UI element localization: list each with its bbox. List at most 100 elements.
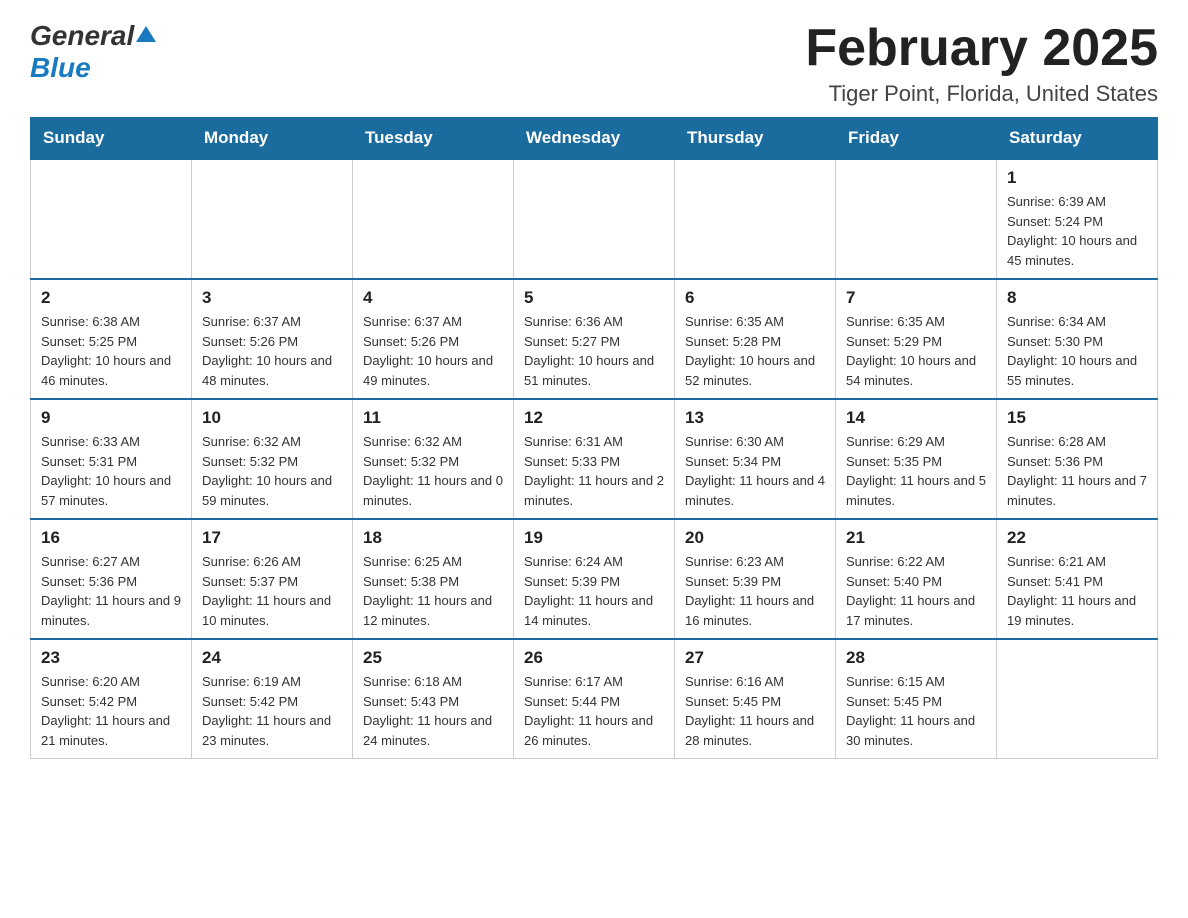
day-info: Sunrise: 6:19 AMSunset: 5:42 PMDaylight:…	[202, 672, 342, 750]
calendar-weekday-tuesday: Tuesday	[353, 118, 514, 160]
day-info: Sunrise: 6:29 AMSunset: 5:35 PMDaylight:…	[846, 432, 986, 510]
day-number: 8	[1007, 288, 1147, 308]
day-number: 7	[846, 288, 986, 308]
day-info: Sunrise: 6:39 AMSunset: 5:24 PMDaylight:…	[1007, 192, 1147, 270]
day-info: Sunrise: 6:38 AMSunset: 5:25 PMDaylight:…	[41, 312, 181, 390]
calendar-cell: 5 Sunrise: 6:36 AMSunset: 5:27 PMDaylight…	[514, 279, 675, 399]
calendar-cell: 17 Sunrise: 6:26 AMSunset: 5:37 PMDayligh…	[192, 519, 353, 639]
day-info: Sunrise: 6:34 AMSunset: 5:30 PMDaylight:…	[1007, 312, 1147, 390]
calendar-cell	[353, 159, 514, 279]
calendar-cell: 15 Sunrise: 6:28 AMSunset: 5:36 PMDayligh…	[997, 399, 1158, 519]
day-info: Sunrise: 6:24 AMSunset: 5:39 PMDaylight:…	[524, 552, 664, 630]
location-title: Tiger Point, Florida, United States	[805, 81, 1158, 107]
calendar-weekday-saturday: Saturday	[997, 118, 1158, 160]
calendar-cell: 8 Sunrise: 6:34 AMSunset: 5:30 PMDaylight…	[997, 279, 1158, 399]
calendar-cell	[836, 159, 997, 279]
day-info: Sunrise: 6:35 AMSunset: 5:28 PMDaylight:…	[685, 312, 825, 390]
day-number: 10	[202, 408, 342, 428]
day-number: 14	[846, 408, 986, 428]
calendar-cell: 7 Sunrise: 6:35 AMSunset: 5:29 PMDaylight…	[836, 279, 997, 399]
calendar-cell	[675, 159, 836, 279]
calendar-cell: 14 Sunrise: 6:29 AMSunset: 5:35 PMDayligh…	[836, 399, 997, 519]
calendar-week-row: 2 Sunrise: 6:38 AMSunset: 5:25 PMDaylight…	[31, 279, 1158, 399]
calendar-cell: 18Sunrise: 6:25 AMSunset: 5:38 PMDayligh…	[353, 519, 514, 639]
day-number: 5	[524, 288, 664, 308]
day-number: 13	[685, 408, 825, 428]
day-info: Sunrise: 6:31 AMSunset: 5:33 PMDaylight:…	[524, 432, 664, 510]
logo-triangle-icon	[136, 24, 156, 44]
day-number: 20	[685, 528, 825, 548]
day-number: 26	[524, 648, 664, 668]
calendar-cell: 10Sunrise: 6:32 AMSunset: 5:32 PMDayligh…	[192, 399, 353, 519]
calendar-cell: 27 Sunrise: 6:16 AMSunset: 5:45 PMDayligh…	[675, 639, 836, 759]
day-number: 11	[363, 408, 503, 428]
calendar-cell: 28 Sunrise: 6:15 AMSunset: 5:45 PMDayligh…	[836, 639, 997, 759]
day-number: 22	[1007, 528, 1147, 548]
page-header: General Blue February 2025 Tiger Point, …	[30, 20, 1158, 107]
logo-blue-text: Blue	[30, 52, 91, 83]
day-number: 28	[846, 648, 986, 668]
calendar-cell: 21 Sunrise: 6:22 AMSunset: 5:40 PMDayligh…	[836, 519, 997, 639]
month-title: February 2025	[805, 20, 1158, 77]
day-number: 15	[1007, 408, 1147, 428]
logo-general-text: General	[30, 20, 134, 52]
calendar-cell: 26 Sunrise: 6:17 AMSunset: 5:44 PMDayligh…	[514, 639, 675, 759]
calendar-cell: 6 Sunrise: 6:35 AMSunset: 5:28 PMDaylight…	[675, 279, 836, 399]
calendar-cell: 2 Sunrise: 6:38 AMSunset: 5:25 PMDaylight…	[31, 279, 192, 399]
day-info: Sunrise: 6:28 AMSunset: 5:36 PMDaylight:…	[1007, 432, 1147, 510]
calendar-cell: 9 Sunrise: 6:33 AMSunset: 5:31 PMDaylight…	[31, 399, 192, 519]
day-info: Sunrise: 6:18 AMSunset: 5:43 PMDaylight:…	[363, 672, 503, 750]
day-info: Sunrise: 6:35 AMSunset: 5:29 PMDaylight:…	[846, 312, 986, 390]
calendar-week-row: 16 Sunrise: 6:27 AMSunset: 5:36 PMDayligh…	[31, 519, 1158, 639]
day-info: Sunrise: 6:33 AMSunset: 5:31 PMDaylight:…	[41, 432, 181, 510]
day-info: Sunrise: 6:17 AMSunset: 5:44 PMDaylight:…	[524, 672, 664, 750]
day-number: 1	[1007, 168, 1147, 188]
calendar-weekday-wednesday: Wednesday	[514, 118, 675, 160]
calendar-week-row: 9 Sunrise: 6:33 AMSunset: 5:31 PMDaylight…	[31, 399, 1158, 519]
calendar-cell: 1 Sunrise: 6:39 AMSunset: 5:24 PMDaylight…	[997, 159, 1158, 279]
calendar-header-row: SundayMondayTuesdayWednesdayThursdayFrid…	[31, 118, 1158, 160]
calendar-weekday-friday: Friday	[836, 118, 997, 160]
calendar-cell: 4 Sunrise: 6:37 AMSunset: 5:26 PMDaylight…	[353, 279, 514, 399]
calendar-weekday-thursday: Thursday	[675, 118, 836, 160]
day-number: 9	[41, 408, 181, 428]
day-info: Sunrise: 6:21 AMSunset: 5:41 PMDaylight:…	[1007, 552, 1147, 630]
day-number: 12	[524, 408, 664, 428]
day-info: Sunrise: 6:30 AMSunset: 5:34 PMDaylight:…	[685, 432, 825, 510]
calendar-cell: 25 Sunrise: 6:18 AMSunset: 5:43 PMDayligh…	[353, 639, 514, 759]
title-section: February 2025 Tiger Point, Florida, Unit…	[805, 20, 1158, 107]
day-number: 18	[363, 528, 503, 548]
calendar-week-row: 1 Sunrise: 6:39 AMSunset: 5:24 PMDaylight…	[31, 159, 1158, 279]
calendar-cell: 16 Sunrise: 6:27 AMSunset: 5:36 PMDayligh…	[31, 519, 192, 639]
day-info: Sunrise: 6:26 AMSunset: 5:37 PMDaylight:…	[202, 552, 342, 630]
day-number: 2	[41, 288, 181, 308]
day-info: Sunrise: 6:27 AMSunset: 5:36 PMDaylight:…	[41, 552, 181, 630]
day-number: 23	[41, 648, 181, 668]
calendar-cell: 24 Sunrise: 6:19 AMSunset: 5:42 PMDayligh…	[192, 639, 353, 759]
day-info: Sunrise: 6:15 AMSunset: 5:45 PMDaylight:…	[846, 672, 986, 750]
day-number: 17	[202, 528, 342, 548]
calendar-table: SundayMondayTuesdayWednesdayThursdayFrid…	[30, 117, 1158, 759]
day-number: 6	[685, 288, 825, 308]
day-info: Sunrise: 6:16 AMSunset: 5:45 PMDaylight:…	[685, 672, 825, 750]
calendar-cell	[192, 159, 353, 279]
day-info: Sunrise: 6:36 AMSunset: 5:27 PMDaylight:…	[524, 312, 664, 390]
day-info: Sunrise: 6:22 AMSunset: 5:40 PMDaylight:…	[846, 552, 986, 630]
day-info: Sunrise: 6:20 AMSunset: 5:42 PMDaylight:…	[41, 672, 181, 750]
day-info: Sunrise: 6:37 AMSunset: 5:26 PMDaylight:…	[202, 312, 342, 390]
day-number: 27	[685, 648, 825, 668]
day-number: 19	[524, 528, 664, 548]
day-info: Sunrise: 6:37 AMSunset: 5:26 PMDaylight:…	[363, 312, 503, 390]
calendar-cell: 22 Sunrise: 6:21 AMSunset: 5:41 PMDayligh…	[997, 519, 1158, 639]
calendar-weekday-sunday: Sunday	[31, 118, 192, 160]
calendar-cell	[31, 159, 192, 279]
day-number: 16	[41, 528, 181, 548]
calendar-cell: 3Sunrise: 6:37 AMSunset: 5:26 PMDaylight…	[192, 279, 353, 399]
day-number: 24	[202, 648, 342, 668]
calendar-cell: 13 Sunrise: 6:30 AMSunset: 5:34 PMDayligh…	[675, 399, 836, 519]
calendar-cell: 23 Sunrise: 6:20 AMSunset: 5:42 PMDayligh…	[31, 639, 192, 759]
day-number: 25	[363, 648, 503, 668]
calendar-cell	[514, 159, 675, 279]
day-number: 4	[363, 288, 503, 308]
day-number: 21	[846, 528, 986, 548]
